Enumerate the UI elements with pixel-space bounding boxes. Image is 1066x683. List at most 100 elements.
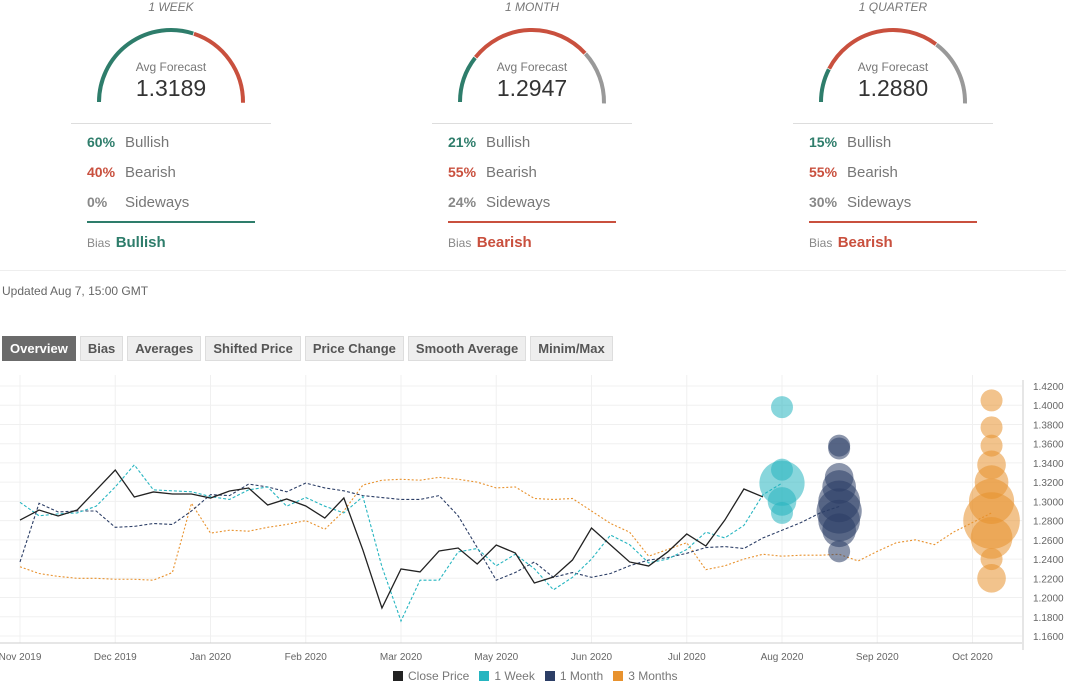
x-tick-label: Jul 2020 — [668, 652, 706, 663]
divider — [793, 123, 993, 124]
bullish-label: Bullish — [847, 134, 892, 151]
legend-label: Close Price — [408, 669, 470, 683]
forecast-bubble[interactable] — [771, 396, 793, 419]
bias-value: Bearish — [837, 234, 893, 251]
forecast-bubble[interactable] — [828, 437, 851, 460]
sideways-row: 30% Sideways — [809, 194, 911, 211]
sideways-pct: 0% — [87, 194, 108, 210]
bias-value: Bearish — [476, 234, 532, 251]
x-tick-label: Oct 2020 — [952, 652, 993, 663]
chart-tabs: Overview Bias Averages Shifted Price Price C… — [2, 336, 613, 361]
legend-label: 1 Week — [494, 669, 535, 683]
legend-label: 3 Months — [628, 669, 678, 683]
bullish-label: Bullish — [125, 134, 170, 151]
chart-legend: Close Price 1 Week 1 Month 3 Months — [393, 669, 678, 683]
bias: Bias Bearish — [809, 234, 893, 251]
y-tick-label: 1.3800 — [1033, 420, 1064, 431]
bearish-arc — [473, 28, 587, 59]
forecast-bubble[interactable] — [828, 540, 851, 563]
avg-forecast-label: Avg Forecast — [135, 60, 207, 74]
y-tick-label: 1.2200 — [1033, 574, 1064, 585]
avg-forecast-value: 1.2947 — [496, 75, 568, 101]
y-tick-label: 1.1600 — [1033, 632, 1064, 643]
divider — [71, 123, 271, 124]
y-tick-label: 1.1800 — [1033, 613, 1064, 624]
legend-item[interactable]: 1 Month — [544, 669, 604, 683]
tab-averages[interactable]: Averages — [127, 336, 202, 361]
bullish-label: Bullish — [486, 134, 531, 151]
bias-line — [87, 221, 255, 223]
x-tick-label: Sep 2020 — [856, 652, 899, 663]
bearish-label: Bearish — [125, 164, 176, 181]
bias: Bias Bearish — [448, 234, 532, 251]
series-line-close-price — [19, 469, 764, 610]
x-tick-label: Jan 2020 — [190, 652, 232, 663]
bullish-pct: 60% — [87, 134, 116, 150]
x-tick-label: May 2020 — [474, 652, 518, 663]
y-tick-label: 1.3400 — [1033, 459, 1064, 470]
forecast-bubble[interactable] — [771, 501, 793, 524]
bearish-pct: 40% — [87, 164, 116, 180]
forecast-bubble[interactable] — [977, 563, 1006, 593]
bias-line — [448, 221, 616, 223]
y-tick-label: 1.2000 — [1033, 594, 1064, 605]
section-divider — [0, 270, 1066, 271]
y-tick-label: 1.4000 — [1033, 401, 1064, 412]
y-tick-label: 1.3000 — [1033, 497, 1064, 508]
avg-forecast-label: Avg Forecast — [857, 60, 929, 74]
legend-item[interactable]: 3 Months — [613, 669, 678, 683]
divider — [432, 123, 632, 124]
tab-bias[interactable]: Bias — [79, 336, 124, 361]
y-tick-label: 1.3600 — [1033, 440, 1064, 451]
legend-label: 1 Month — [559, 669, 604, 683]
avg-forecast-label: Avg Forecast — [496, 60, 568, 74]
x-tick-label: Aug 2020 — [761, 652, 804, 663]
y-tick-label: 1.2600 — [1033, 536, 1064, 547]
bullish-pct: 15% — [809, 134, 838, 150]
bearish-label: Bearish — [486, 164, 537, 181]
legend-swatch — [613, 671, 624, 681]
bias-label: Bias — [87, 236, 111, 250]
x-tick-label: Mar 2020 — [380, 652, 423, 663]
bias-label: Bias — [448, 236, 472, 250]
legend-swatch — [479, 671, 490, 681]
tab-shifted-price[interactable]: Shifted Price — [205, 336, 301, 361]
avg-forecast-value: 1.3189 — [135, 75, 207, 101]
bias-value: Bullish — [115, 234, 166, 251]
bearish-label: Bearish — [847, 164, 898, 181]
bearish-pct: 55% — [448, 164, 477, 180]
bullish-row: 15% Bullish — [809, 134, 891, 151]
tab-minim-max[interactable]: Minim/Max — [530, 336, 613, 361]
tab-overview[interactable]: Overview — [2, 336, 76, 361]
sideways-label: Sideways — [125, 194, 190, 211]
forecast-bubble[interactable] — [980, 389, 1003, 412]
bias-line — [809, 221, 977, 223]
sideways-pct: 24% — [448, 194, 477, 210]
y-tick-label: 1.2400 — [1033, 555, 1064, 566]
legend-swatch — [393, 671, 403, 681]
bearish-row: 55% Bearish — [809, 164, 898, 181]
bearish-row: 40% Bearish — [87, 164, 176, 181]
forecast-chart: 1.4200 1.4000 1.3800 1.3600 1.3400 1.3200 1.30… — [0, 375, 1064, 663]
bias: Bias Bullish — [87, 234, 166, 251]
legend-swatch — [544, 671, 555, 681]
avg-forecast-value: 1.2880 — [857, 75, 929, 101]
y-tick-label: 1.4200 — [1033, 382, 1064, 393]
y-tick-label: 1.3200 — [1033, 478, 1064, 489]
bearish-pct: 55% — [809, 164, 838, 180]
bullish-row: 21% Bullish — [448, 134, 530, 151]
sideways-row: 0% Sideways — [87, 194, 189, 211]
updated-timestamp: Updated Aug 7, 15:00 GMT — [2, 284, 149, 298]
tab-price-change[interactable]: Price Change — [304, 336, 404, 361]
tab-smooth-average[interactable]: Smooth Average — [407, 336, 527, 361]
legend-item[interactable]: 1 Week — [479, 669, 535, 683]
period-title: 1 WEEK — [148, 0, 194, 14]
y-tick-label: 1.2800 — [1033, 517, 1064, 528]
x-tick-label: Feb 2020 — [285, 652, 328, 663]
bearish-row: 55% Bearish — [448, 164, 537, 181]
period-title: 1 QUARTER — [858, 0, 928, 14]
x-tick-label: Dec 2019 — [94, 652, 137, 663]
x-tick-label: Nov 2019 — [0, 652, 42, 663]
bullish-row: 60% Bullish — [87, 134, 169, 151]
legend-item[interactable]: Close Price — [393, 669, 469, 683]
